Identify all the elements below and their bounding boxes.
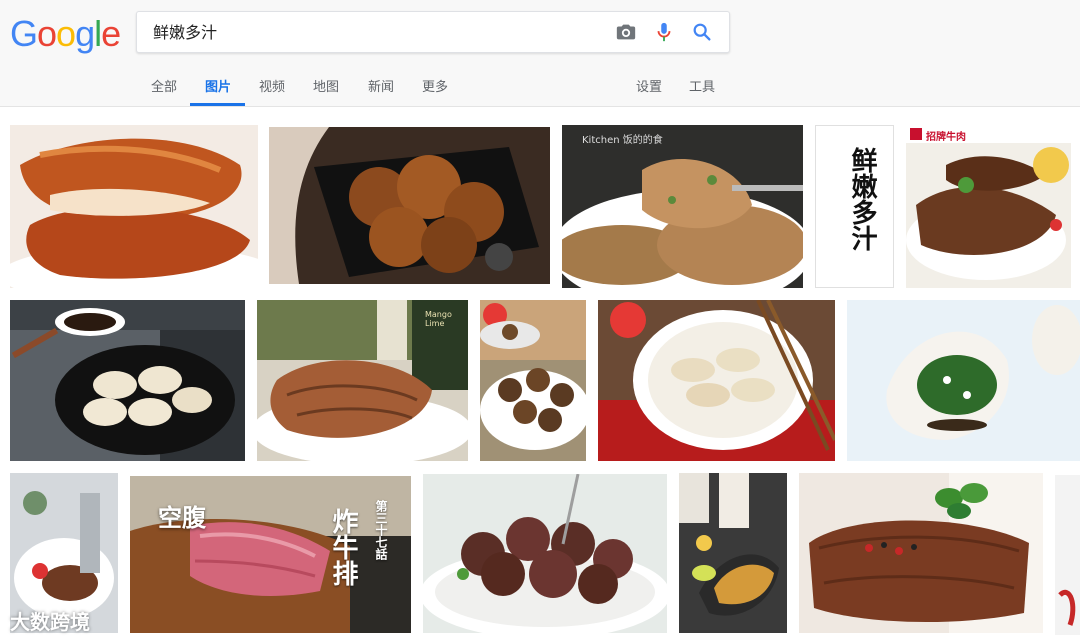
search-box [136,11,730,54]
thumb-side-text: 第三十七話 [374,500,388,560]
logo-letter-o1: o [37,13,57,54]
image-thumb-beef-cutlet[interactable]: 空腹 炸牛排 第三十七話 [130,476,411,633]
image-thumb-grilled-fish[interactable] [679,473,787,633]
tab-settings[interactable]: 设置 [636,76,662,95]
image-thumb-partial[interactable] [1055,475,1080,635]
tab-images[interactable]: 图片 [205,76,231,95]
image-thumb-pan-dumplings[interactable] [10,300,245,461]
image-thumb-calligraphy[interactable]: 鲜嫩多汁 [815,125,894,288]
logo-letter-e: e [101,13,121,54]
thumb-title: 炸牛排 [328,508,358,586]
active-tab-indicator [190,103,245,106]
thumb-brand: 空腹 [158,504,206,532]
logo-letter-l: l [94,13,102,54]
image-thumb-spinach-dumpling[interactable] [847,300,1080,461]
tab-news[interactable]: 新闻 [368,76,394,95]
image-thumb-mushrooms[interactable] [480,300,586,461]
thumb-label: Mango Lime [425,310,452,328]
image-thumb-pork-chop[interactable]: Mango Lime [257,300,468,461]
image-thumb-plate-dumplings[interactable] [598,300,835,461]
watermark: 大数跨境 [10,610,90,634]
image-thumb-coated-bites[interactable]: Kitchen 饭的的食 [562,125,803,288]
logo-letter-g2: g [75,13,95,54]
tab-all[interactable]: 全部 [151,76,177,95]
tab-videos[interactable]: 视频 [259,76,285,95]
tab-tools[interactable]: 工具 [689,76,715,95]
calligraphy-text: 鲜嫩多汁 [847,147,877,251]
image-thumb-stuffed-mushrooms[interactable] [423,474,667,633]
header: Google 全部 图片 视频 地图 新闻 更多 设置 工具 [0,0,1080,107]
logo-letter-g: G [10,13,38,54]
tabs-bar: 全部 图片 视频 地图 新闻 更多 设置 工具 [0,62,1080,106]
search-input[interactable] [151,12,595,54]
image-thumb-roast-wings[interactable] [10,125,258,288]
image-thumb-steak-basil[interactable] [799,473,1043,633]
thumb-brand: 招牌牛肉 [926,132,966,143]
image-thumb-fried-chicken[interactable] [269,127,550,284]
search-icon[interactable] [691,21,713,43]
camera-icon[interactable] [615,21,637,43]
mic-icon[interactable] [653,21,675,43]
tab-more[interactable]: 更多 [422,76,448,95]
logo-letter-o2: o [56,13,76,54]
thumb-caption: Kitchen 饭的的食 [582,135,663,146]
image-thumb-steak-veg[interactable]: 招牌牛肉 [906,125,1071,288]
google-logo[interactable]: Google [10,13,121,54]
tab-maps[interactable]: 地图 [313,76,339,95]
